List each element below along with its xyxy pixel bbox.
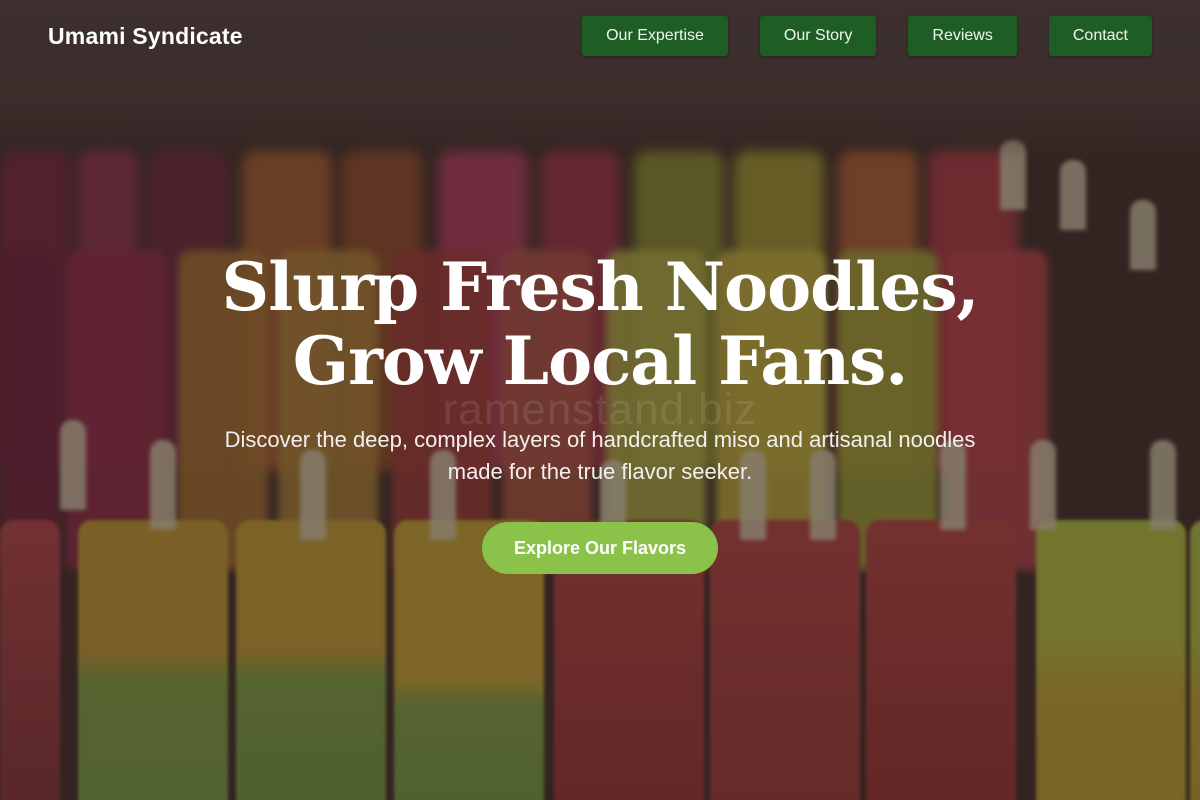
hero-headline-line-1: Slurp Fresh Noodles, xyxy=(221,248,980,326)
explore-flavors-button[interactable]: Explore Our Flavors xyxy=(481,522,719,574)
hero-headline: Slurp Fresh Noodles, Grow Local Fans. xyxy=(0,250,1200,398)
nav-button-our-story[interactable]: Our Story xyxy=(759,16,877,56)
brand-logo-text[interactable]: Umami Syndicate xyxy=(48,23,243,50)
hero-subtitle-line-2: made for the true flavor seeker. xyxy=(447,459,753,484)
nav-button-contact[interactable]: Contact xyxy=(1048,16,1152,56)
nav-button-reviews[interactable]: Reviews xyxy=(908,16,1017,56)
hero-headline-line-2: Grow Local Fans. xyxy=(292,322,909,400)
hero-subtitle: Discover the deep, complex layers of han… xyxy=(160,424,1040,488)
hero-subtitle-line-1: Discover the deep, complex layers of han… xyxy=(224,427,976,452)
site-header: Umami Syndicate Our Expertise Our Story … xyxy=(0,0,1200,72)
main-nav: Our Expertise Our Story Reviews Contact xyxy=(582,16,1152,56)
hero-section: Slurp Fresh Noodles, Grow Local Fans. Di… xyxy=(0,250,1200,574)
nav-button-our-expertise[interactable]: Our Expertise xyxy=(582,16,728,56)
